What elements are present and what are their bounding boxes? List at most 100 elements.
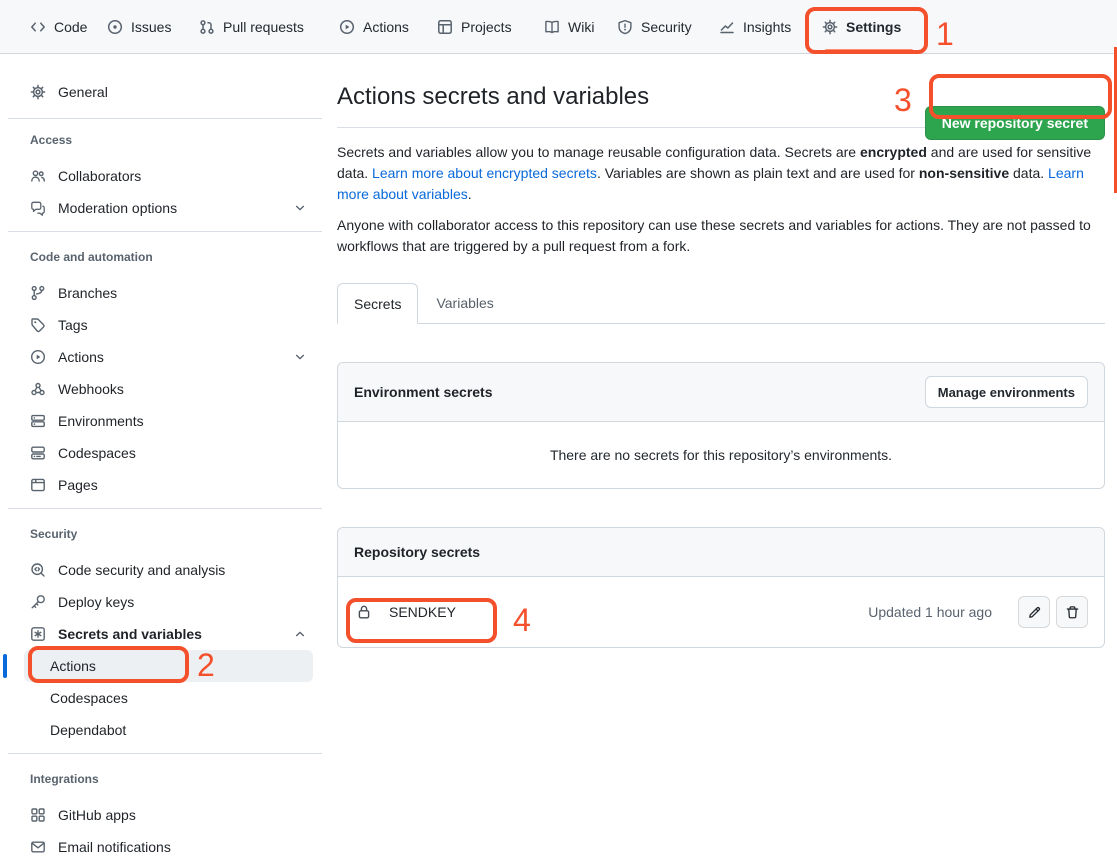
tab-wiki[interactable]: Wiki [544,0,594,54]
sidebar-item-label: Webhooks [58,381,124,397]
sidebar-item-tags[interactable]: Tags [0,309,330,341]
sidebar-item-label: Dependabot [50,722,126,738]
sidebar-item-label: Deploy keys [58,594,134,610]
intro-paragraph: Secrets and variables allow you to manag… [337,142,1099,205]
sidebar-item-secrets-actions[interactable]: Actions [24,650,313,682]
sidebar-item-deploy-keys[interactable]: Deploy keys [0,586,330,618]
repo-tab-nav: Code Issues Pull requests Actions Projec… [0,0,1117,54]
sidebar-item-github-apps[interactable]: GitHub apps [0,799,330,831]
delete-secret-button[interactable] [1056,596,1088,628]
sidebar-section-integrations: Integrations [0,767,330,791]
environment-secrets-card: Environment secrets Manage environments … [337,362,1105,489]
gear-icon [30,84,46,100]
server-icon [30,413,46,429]
tab-variables[interactable]: Variables [418,283,511,323]
sidebar-section-code-automation: Code and automation [0,245,330,269]
sidebar-divider [8,231,322,232]
secret-row-sendkey: SENDKEY Updated 1 hour ago [338,577,1104,647]
sidebar-item-code-security[interactable]: Code security and analysis [0,554,330,586]
active-tab-underline [825,49,913,52]
tab-settings[interactable]: Settings [822,0,901,54]
sidebar-item-label: Codespaces [50,690,128,706]
intro-text: Secrets and variables allow you to manag… [337,144,860,160]
mail-icon [30,839,46,855]
sidebar-item-label: Tags [58,317,88,333]
sidebar-item-email-notifications[interactable]: Email notifications [0,831,330,863]
sidebar-item-webhooks[interactable]: Webhooks [0,373,330,405]
tab-secrets[interactable]: Secrets [337,283,418,324]
tab-pull-requests[interactable]: Pull requests [199,0,304,54]
sidebar-item-general[interactable]: General [0,76,330,108]
codespaces-icon [30,445,46,461]
sidebar-item-branches[interactable]: Branches [0,277,330,309]
sidebar-divider [8,753,322,754]
tab-security[interactable]: Security [617,0,692,54]
sidebar-item-moderation-options[interactable]: Moderation options [0,192,330,224]
sidebar-item-secrets-and-variables[interactable]: Secrets and variables [0,618,330,650]
link-learn-encrypted-secrets[interactable]: Learn more about encrypted secrets [372,165,597,181]
settings-sidebar: General Access Collaborators Moderation … [0,55,330,863]
tab-actions[interactable]: Actions [339,0,409,54]
tab-issues[interactable]: Issues [107,0,171,54]
table-icon [437,19,453,35]
tab-label: Insights [743,19,791,35]
sidebar-item-pages[interactable]: Pages [0,469,330,501]
chevron-down-icon [294,351,306,363]
sidebar-item-label: Email notifications [58,839,171,855]
edit-secret-button[interactable] [1018,596,1050,628]
secret-name: SENDKEY [389,604,456,620]
play-circle-icon [339,19,355,35]
webhook-icon [30,381,46,397]
lock-icon [356,604,372,620]
tab-label: Settings [846,19,901,35]
tab-label: Pull requests [223,19,304,35]
collaborator-note: Anyone with collaborator access to this … [337,215,1099,257]
chevron-down-icon [294,202,306,214]
sidebar-item-label: Actions [50,658,96,674]
play-circle-icon [30,349,46,365]
git-branch-icon [30,285,46,301]
sidebar-item-label: Pages [58,477,98,493]
sidebar-divider [8,118,322,119]
main-content: Actions secrets and variables New reposi… [337,55,1105,648]
tab-label: Wiki [568,19,594,35]
sidebar-section-access: Access [0,128,330,152]
environment-secrets-title: Environment secrets [354,384,493,400]
sidebar-item-label: Moderation options [58,200,177,216]
sidebar-section-security: Security [0,522,330,546]
tab-label: Security [641,19,692,35]
sidebar-item-label: Branches [58,285,117,301]
sidebar-item-actions[interactable]: Actions [0,341,330,373]
git-pull-request-icon [199,19,215,35]
sidebar-item-collaborators[interactable]: Collaborators [0,160,330,192]
intro-text: data. [1009,165,1048,181]
secrets-variables-tabs: Secrets Variables [337,283,1105,324]
pencil-icon [1027,605,1042,620]
sidebar-item-secrets-codespaces[interactable]: Codespaces [0,682,330,714]
tab-label: Issues [131,19,171,35]
asterisk-box-icon [30,626,46,642]
sidebar-item-secrets-dependabot[interactable]: Dependabot [0,714,330,746]
shield-icon [617,19,633,35]
tab-insights[interactable]: Insights [719,0,791,54]
intro-text: . Variables are shown as plain text and … [597,165,919,181]
intro-bold-non-sensitive: non-sensitive [919,165,1009,181]
sidebar-item-environments[interactable]: Environments [0,405,330,437]
tab-label: Actions [363,19,409,35]
tab-code[interactable]: Code [30,0,87,54]
code-icon [30,19,46,35]
sidebar-item-label: Secrets and variables [58,626,202,642]
tag-icon [30,317,46,333]
sidebar-item-codespaces[interactable]: Codespaces [0,437,330,469]
trash-icon [1065,605,1080,620]
chevron-up-icon [294,628,306,640]
sidebar-item-label: Code security and analysis [58,562,225,578]
sidebar-item-label: Environments [58,413,144,429]
environment-secrets-empty-message: There are no secrets for this repository… [338,422,1104,488]
manage-environments-button[interactable]: Manage environments [925,376,1088,408]
book-icon [544,19,560,35]
tab-projects[interactable]: Projects [437,0,512,54]
new-repository-secret-button[interactable]: New repository secret [925,106,1105,140]
browser-icon [30,477,46,493]
intro-text: . [468,186,472,202]
